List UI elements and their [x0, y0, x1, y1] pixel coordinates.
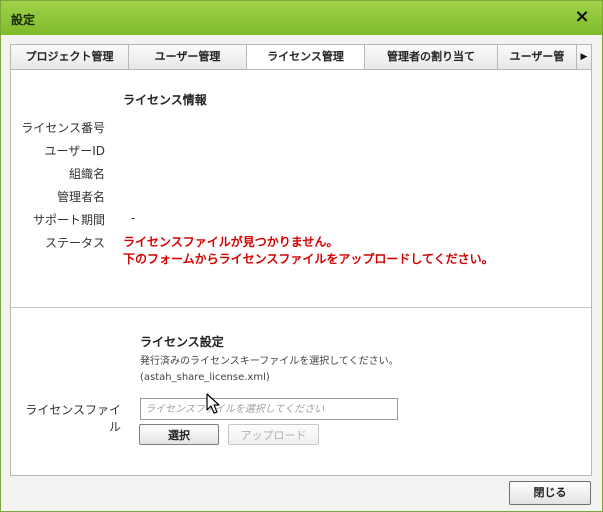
- support-period-value: -: [131, 211, 136, 225]
- license-file-label: ライセンスファイル: [25, 403, 121, 434]
- user-id-label: ユーザーID: [44, 144, 105, 158]
- tab-bar: プロジェクト管理 ユーザー管理 ライセンス管理 管理者の割り当て ユーザー管 ▶: [11, 45, 591, 70]
- admin-name-label: 管理者名: [56, 190, 105, 204]
- organization-label: 組織名: [68, 167, 105, 181]
- dialog-body: プロジェクト管理 ユーザー管理 ライセンス管理 管理者の割り当て ユーザー管 ▶…: [1, 35, 602, 511]
- license-settings-title: ライセンス設定: [140, 335, 224, 349]
- tab-project-management[interactable]: プロジェクト管理: [11, 45, 129, 69]
- close-button[interactable]: 閉じる: [509, 481, 591, 505]
- status-error-line2: 下のフォームからライセンスファイルをアップロードしてください。: [123, 252, 494, 266]
- select-file-button[interactable]: 選択: [139, 424, 219, 445]
- status-label: ステータス: [44, 236, 105, 250]
- settings-panel: プロジェクト管理 ユーザー管理 ライセンス管理 管理者の割り当て ユーザー管 ▶…: [10, 44, 592, 476]
- section-divider: [11, 307, 591, 308]
- tab-user-management[interactable]: ユーザー管理: [129, 45, 247, 69]
- dialog-title: 設定: [11, 13, 36, 27]
- tab-admin-assignment[interactable]: 管理者の割り当て: [365, 45, 498, 69]
- close-icon[interactable]: ×: [572, 7, 592, 27]
- upload-button[interactable]: アップロード: [228, 424, 319, 445]
- license-settings-description: 発行済みのライセンスキーファイルを選択してください。: [140, 356, 399, 367]
- settings-dialog: 設定 × プロジェクト管理 ユーザー管理 ライセンス管理 管理者の割り当て ユー…: [0, 0, 603, 512]
- support-period-label: サポート期間: [32, 213, 105, 227]
- license-file-input[interactable]: [140, 398, 398, 420]
- mouse-pointer-icon: [206, 393, 220, 414]
- tab-scroll-right-icon[interactable]: ▶: [576, 45, 591, 69]
- license-file-hint: (astah_share_license.xml): [140, 372, 270, 383]
- dialog-titlebar: 設定 ×: [1, 1, 602, 35]
- status-error-line1: ライセンスファイルが見つかりません。: [123, 235, 339, 249]
- tab-license-management[interactable]: ライセンス管理: [247, 45, 365, 69]
- license-number-label: ライセンス番号: [21, 121, 105, 135]
- tab-user-management-2[interactable]: ユーザー管: [498, 45, 577, 69]
- license-info-title: ライセンス情報: [123, 93, 207, 107]
